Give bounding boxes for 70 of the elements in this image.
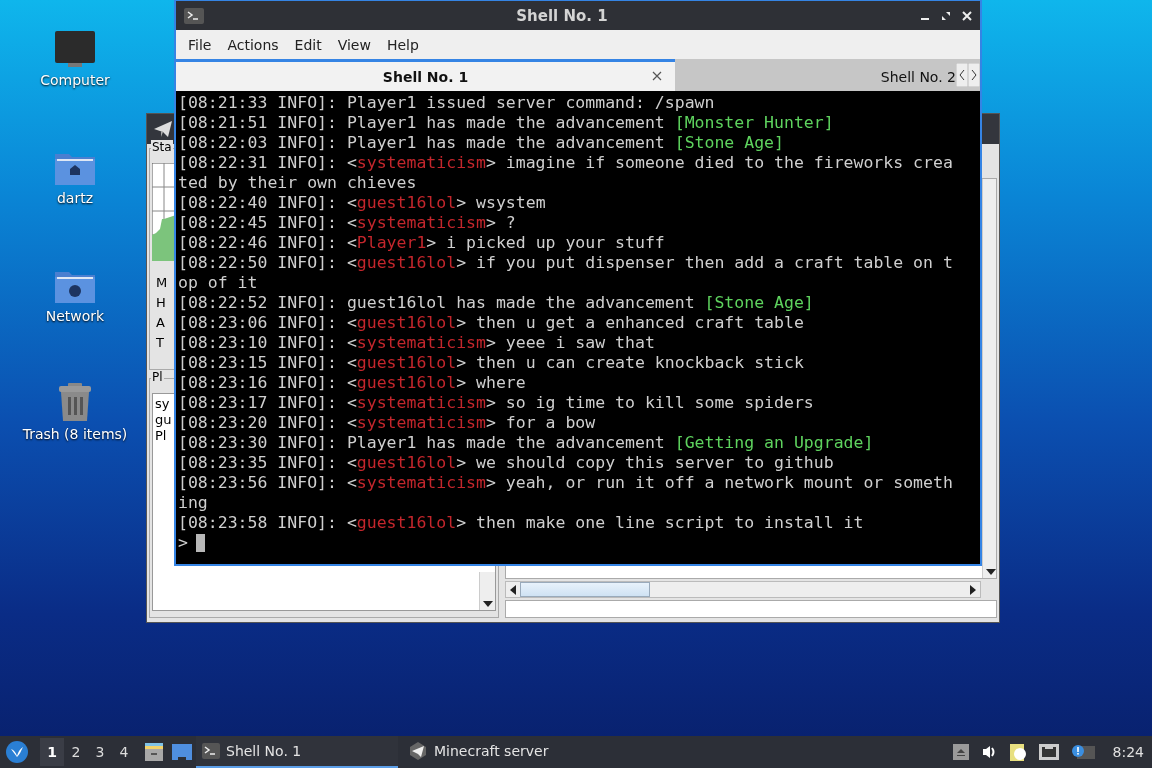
chevron-right-icon[interactable]	[968, 63, 980, 87]
log-line: [08:23:10 INFO]: <systematicism> yeee i saw that	[178, 333, 655, 353]
log-line: [08:23:58 INFO]: <guest16lol> then make one line script to install it	[178, 513, 864, 533]
stat-label: M	[156, 274, 168, 292]
maximize-icon[interactable]	[941, 10, 951, 21]
menu-item[interactable]: Actions	[219, 36, 287, 53]
log-line: [08:22:52 INFO]: guest16lol has made the advancement [Stone Age]	[178, 293, 814, 313]
stat-label: H	[156, 294, 166, 312]
prompt: >	[178, 533, 188, 553]
player-list-item[interactable]: sy	[155, 396, 170, 412]
notification-icon[interactable]	[1070, 744, 1095, 760]
trash-icon[interactable]	[56, 382, 94, 422]
log-line: [08:23:15 INFO]: <guest16lol> then u can create knockback stick	[178, 353, 804, 373]
taskbar-button[interactable]: Minecraft server	[402, 736, 604, 768]
monitor-icon[interactable]	[54, 30, 96, 68]
desktop-icon-label[interactable]: Trash (8 items)	[22, 426, 128, 442]
log-line: ted by their own chieves	[178, 173, 417, 193]
scrollbar[interactable]	[505, 581, 981, 598]
file-cabinet-icon[interactable]	[144, 742, 164, 762]
command-input-field[interactable]	[505, 600, 997, 618]
tab[interactable]: Shell No. 2	[675, 59, 956, 91]
log-line: ing	[178, 493, 208, 513]
group-label: Sta	[151, 140, 173, 154]
menu-item[interactable]: File	[180, 36, 220, 53]
close-icon[interactable]	[652, 71, 662, 81]
log-line: [08:21:51 INFO]: Player1 has made the advancement [Monster Hunter]	[178, 113, 834, 133]
group-label: Pl	[151, 370, 164, 384]
scrollbar[interactable]	[479, 572, 495, 610]
chevron-left-icon[interactable]	[956, 63, 968, 87]
log-line: [08:23:17 INFO]: <systematicism> so ig time to kill some spiders	[178, 393, 814, 413]
log-line: [08:22:40 INFO]: <guest16lol> wsystem	[178, 193, 546, 213]
text-cursor	[195, 534, 205, 552]
menu-item[interactable]: Edit	[286, 36, 330, 53]
log-line: [08:23:35 INFO]: <guest16lol> we should copy this server to github	[178, 453, 834, 473]
stat-label: A	[156, 314, 165, 332]
volume-icon[interactable]	[980, 744, 997, 760]
clock[interactable]: 8:24	[1112, 744, 1144, 760]
log-line: [08:23:20 INFO]: <systematicism> for a bow	[178, 413, 596, 433]
log-line: [08:22:46 INFO]: <Player1> i picked up your stuff	[178, 233, 665, 253]
terminal-icon	[184, 7, 204, 24]
log-line: [08:22:31 INFO]: <systematicism> imagine if someone died to the fireworks crea	[178, 153, 953, 173]
log-line: op of it	[178, 273, 258, 293]
network-port-icon[interactable]	[1038, 744, 1059, 760]
log-line: [08:22:45 INFO]: <systematicism> ?	[178, 213, 516, 233]
player-list-item[interactable]: Pl	[155, 428, 167, 444]
log-line: [08:23:30 INFO]: Player1 has made the advancement [Getting an Upgrade]	[178, 433, 874, 453]
scrollbar[interactable]	[982, 179, 996, 578]
desktop-icon-label[interactable]: dartz	[56, 190, 94, 206]
taskbar-button[interactable]: Shell No. 1	[196, 736, 398, 768]
terminal-icon	[202, 743, 220, 759]
window-title: Shell No. 1	[515, 6, 609, 25]
log-line: [08:23:06 INFO]: <guest16lol> then u get a enhanced craft table	[178, 313, 804, 333]
eject-icon[interactable]	[952, 744, 969, 760]
paper-plane-icon	[408, 741, 428, 761]
workspace-button[interactable]: 4	[112, 738, 136, 766]
stat-label: T	[156, 334, 164, 352]
log-line: [08:22:03 INFO]: Player1 has made the advancement [Stone Age]	[178, 133, 784, 153]
log-line: [08:21:33 INFO]: Player1 issued server command: /spawn	[178, 93, 715, 113]
log-line: [08:23:16 INFO]: <guest16lol> where	[178, 373, 526, 393]
menu-item[interactable]: View	[329, 36, 379, 53]
workspace-button[interactable]: 1	[40, 738, 64, 766]
menu-item[interactable]: Help	[378, 36, 427, 53]
desktop-icon[interactable]	[172, 743, 192, 761]
clipboard-icon[interactable]	[1008, 742, 1027, 762]
desktop-icon-label[interactable]: Network	[45, 308, 105, 324]
workspace-button[interactable]: 2	[64, 738, 88, 766]
log-line: [08:23:56 INFO]: <systematicism> yeah, or run it off a network mount or someth	[178, 473, 953, 493]
log-line: [08:22:50 INFO]: <guest16lol> if you put dispenser then add a craft table on t	[178, 253, 953, 273]
player-list-item[interactable]: gu	[155, 412, 172, 428]
workspace-button[interactable]: 3	[88, 738, 112, 766]
